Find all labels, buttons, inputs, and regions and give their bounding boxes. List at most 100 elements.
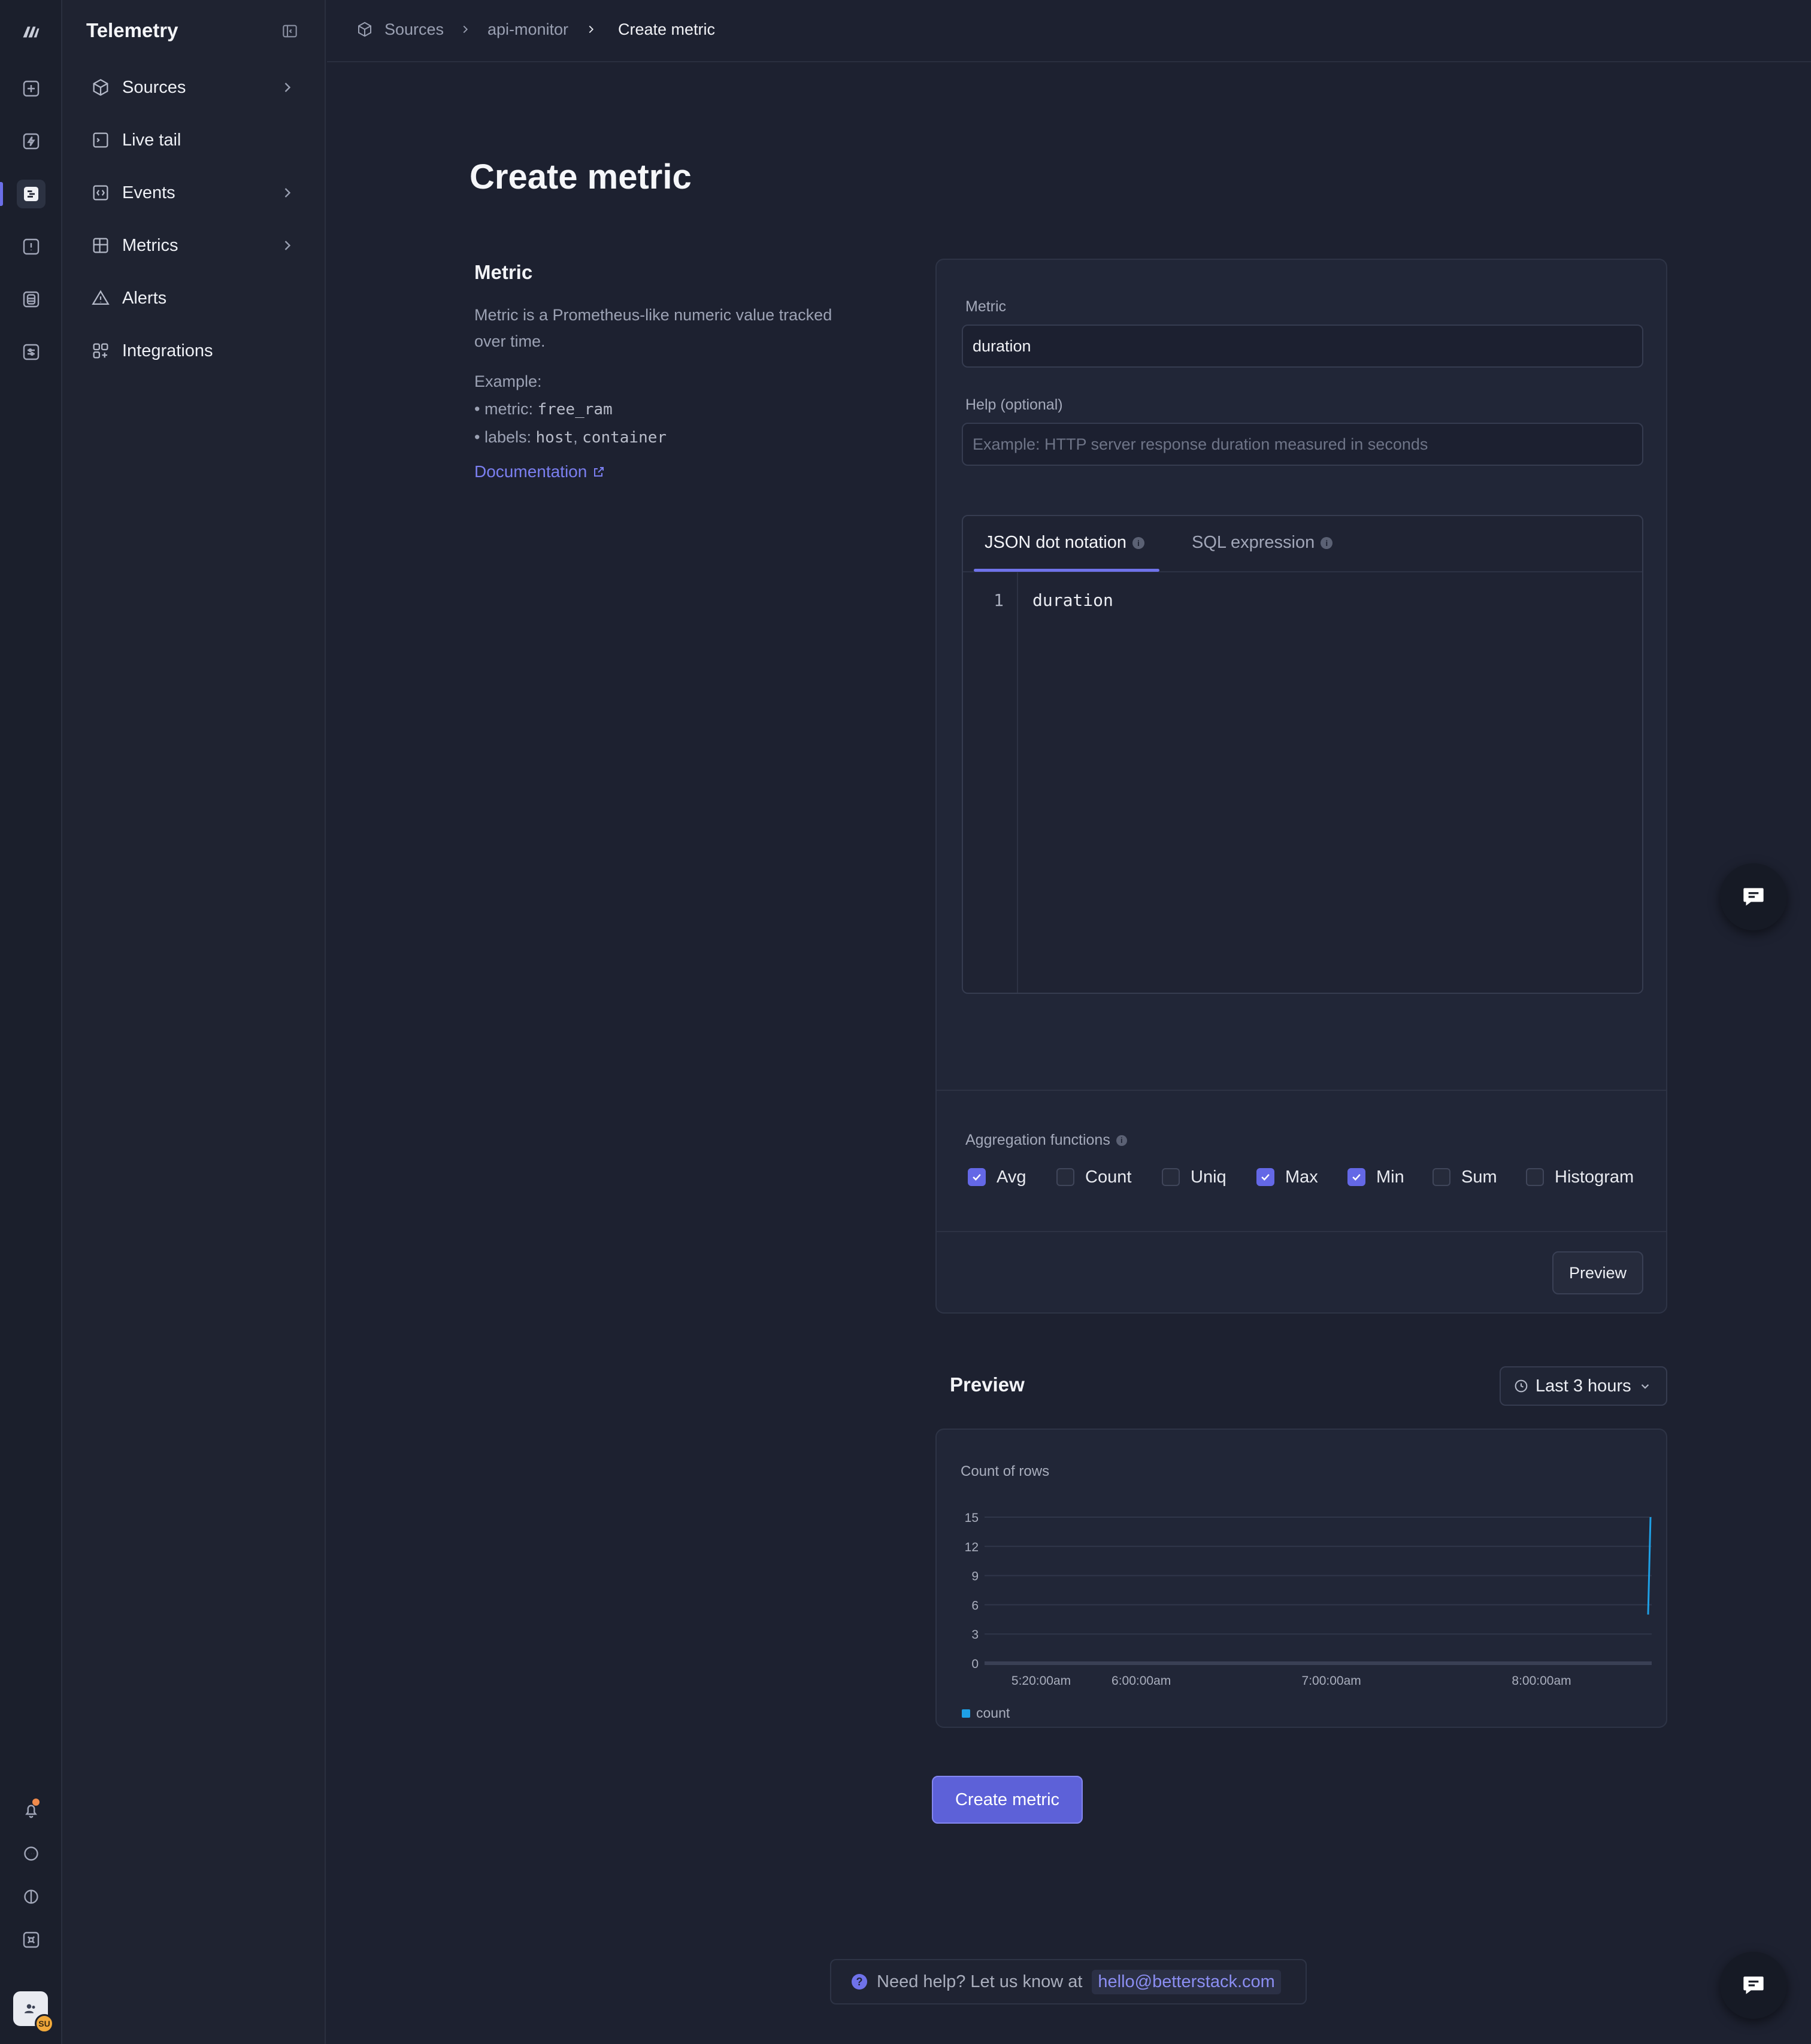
breadcrumb: Sources api-monitor Create metric bbox=[327, 0, 1811, 62]
info-icon: i bbox=[1321, 536, 1333, 549]
aggregation-checkboxes: Avg Count Uniq Max Min Sum Histogram bbox=[968, 1165, 1651, 1189]
sidebar-item-integrations[interactable]: Integrations bbox=[84, 332, 305, 370]
clock-icon bbox=[1515, 1379, 1528, 1393]
preview-chart: 0 3 6 9 12 15 5:20:00am 6:00:00am 7:00:00am 8:00:… bbox=[965, 1511, 1652, 1688]
code-brackets-icon bbox=[89, 181, 113, 205]
preview-button[interactable]: Preview bbox=[1552, 1251, 1643, 1294]
help-bar: ? Need help? Let us know at hello@better… bbox=[830, 1959, 1307, 2004]
aggregation-label-text: Aggregation functions bbox=[965, 1132, 1110, 1148]
chat-icon bbox=[1743, 888, 1764, 906]
example-metric: • metric: free_ram bbox=[474, 395, 667, 423]
code-editor-content[interactable]: duration bbox=[1032, 590, 1113, 610]
checkbox-label: Min bbox=[1376, 1167, 1404, 1187]
example-label-host: host bbox=[535, 429, 574, 447]
example-heading: Example: bbox=[474, 372, 542, 390]
x-tick-label: 7:00:00am bbox=[1302, 1674, 1361, 1688]
chevron-right-icon bbox=[284, 241, 291, 250]
line-gutter: 1 bbox=[963, 572, 1018, 993]
bolt-icon[interactable] bbox=[17, 127, 46, 156]
sidebar-item-live-tail[interactable]: Live tail bbox=[84, 121, 305, 159]
checkbox-box[interactable] bbox=[1162, 1168, 1180, 1186]
breadcrumb-sources[interactable]: Sources bbox=[384, 20, 444, 39]
check-icon bbox=[1352, 1173, 1361, 1181]
checkbox-max[interactable]: Max bbox=[1256, 1165, 1318, 1189]
example-metric-prefix: • metric: bbox=[474, 400, 538, 418]
chat-icon bbox=[1743, 1976, 1764, 1994]
series-line-count bbox=[1647, 1517, 1652, 1615]
help-input[interactable]: Example: HTTP server response duration m… bbox=[962, 423, 1643, 466]
metric-form-card: Metric duration Help (optional) Example:… bbox=[935, 259, 1667, 1314]
metric-field-label: Metric bbox=[965, 298, 1007, 315]
checkbox-histogram[interactable]: Histogram bbox=[1526, 1165, 1634, 1189]
checkbox-avg[interactable]: Avg bbox=[968, 1165, 1026, 1189]
breadcrumb-api-monitor[interactable]: api-monitor bbox=[487, 20, 568, 39]
chat-bubble-icon[interactable] bbox=[17, 1839, 46, 1868]
example-metric-value: free_ram bbox=[537, 401, 613, 418]
metric-name-input[interactable]: duration bbox=[962, 325, 1643, 368]
checkbox-min[interactable]: Min bbox=[1347, 1165, 1404, 1189]
checkbox-box[interactable] bbox=[1526, 1168, 1544, 1186]
chat-widget-button[interactable] bbox=[1720, 863, 1787, 930]
checkbox-uniq[interactable]: Uniq bbox=[1162, 1165, 1226, 1189]
time-range-select[interactable]: Last 3 hours bbox=[1500, 1366, 1667, 1406]
sidebar-item-metrics[interactable]: Metrics bbox=[84, 226, 305, 265]
tab-sql-expression[interactable]: SQL expression i bbox=[1192, 533, 1333, 553]
theme-toggle-icon[interactable] bbox=[17, 1882, 46, 1911]
chevron-right-icon bbox=[284, 188, 291, 198]
checkbox-sum[interactable]: Sum bbox=[1433, 1165, 1497, 1189]
checkbox-box[interactable] bbox=[1256, 1168, 1274, 1186]
cube-icon bbox=[89, 75, 113, 99]
example-labels-prefix: • labels: bbox=[474, 428, 536, 446]
checkbox-box[interactable] bbox=[1433, 1168, 1450, 1186]
divider bbox=[937, 1231, 1666, 1232]
expression-tabs: JSON dot notation i SQL expression i bbox=[963, 516, 1642, 572]
section-title: Metric bbox=[474, 261, 533, 283]
logo-icon[interactable] bbox=[17, 17, 46, 46]
chat-widget-button[interactable] bbox=[1720, 1952, 1787, 2019]
collapse-sidebar-icon[interactable] bbox=[280, 22, 299, 41]
documentation-link[interactable]: Documentation bbox=[474, 462, 606, 481]
sidebar-item-events[interactable]: Events bbox=[84, 174, 305, 212]
chevron-right-icon bbox=[463, 25, 468, 34]
chevron-down-icon bbox=[1641, 1384, 1649, 1389]
example-labels: • labels: host, container bbox=[474, 423, 667, 451]
sidebar-item-label: Alerts bbox=[122, 288, 167, 308]
settings-sliders-icon[interactable] bbox=[17, 338, 46, 366]
rail-active-indicator bbox=[0, 182, 3, 206]
uptime-icon[interactable] bbox=[17, 74, 46, 103]
example-block: Example: • metric: free_ram • labels: ho… bbox=[474, 368, 667, 451]
x-tick-label: 6:00:00am bbox=[1112, 1674, 1171, 1688]
command-icon[interactable] bbox=[17, 1925, 46, 1954]
y-tick-label: 6 bbox=[971, 1599, 979, 1612]
legend-label: count bbox=[976, 1705, 1010, 1721]
checkbox-label: Histogram bbox=[1555, 1167, 1634, 1187]
expression-editor: JSON dot notation i SQL expression i 1 d… bbox=[962, 515, 1643, 994]
active-tab-indicator bbox=[974, 569, 1159, 572]
checkbox-box[interactable] bbox=[968, 1168, 986, 1186]
bell-icon[interactable] bbox=[17, 1796, 46, 1825]
breadcrumb-current: Create metric bbox=[618, 20, 716, 38]
tab-label: SQL expression bbox=[1192, 533, 1315, 552]
incident-icon[interactable] bbox=[17, 232, 46, 261]
help-field-label: Help (optional) bbox=[965, 396, 1063, 413]
database-icon[interactable] bbox=[17, 285, 46, 314]
checkbox-box[interactable] bbox=[1347, 1168, 1365, 1186]
sidebar-item-sources[interactable]: Sources bbox=[84, 68, 305, 107]
notification-dot bbox=[32, 1799, 40, 1806]
metric-description: Metric is a Prometheus-like numeric valu… bbox=[474, 306, 832, 350]
icon-rail: SU bbox=[0, 0, 62, 2044]
tab-json-dot-notation[interactable]: JSON dot notation i bbox=[985, 533, 1144, 553]
create-metric-button[interactable]: Create metric bbox=[932, 1776, 1083, 1824]
y-tick-label: 9 bbox=[971, 1570, 979, 1584]
tab-label: JSON dot notation bbox=[985, 533, 1126, 552]
info-icon: i bbox=[1132, 536, 1144, 549]
checkbox-box[interactable] bbox=[1056, 1168, 1074, 1186]
line-number: 1 bbox=[994, 590, 1004, 610]
logs-icon[interactable] bbox=[17, 180, 46, 208]
sidebar-title: Telemetry bbox=[86, 19, 178, 41]
chevron-right-icon bbox=[284, 83, 291, 92]
checkbox-count[interactable]: Count bbox=[1056, 1165, 1131, 1189]
time-range-label: Last 3 hours bbox=[1536, 1376, 1631, 1396]
help-email-link[interactable]: hello@betterstack.com bbox=[1092, 1969, 1281, 1994]
sidebar-item-alerts[interactable]: Alerts bbox=[84, 279, 305, 317]
